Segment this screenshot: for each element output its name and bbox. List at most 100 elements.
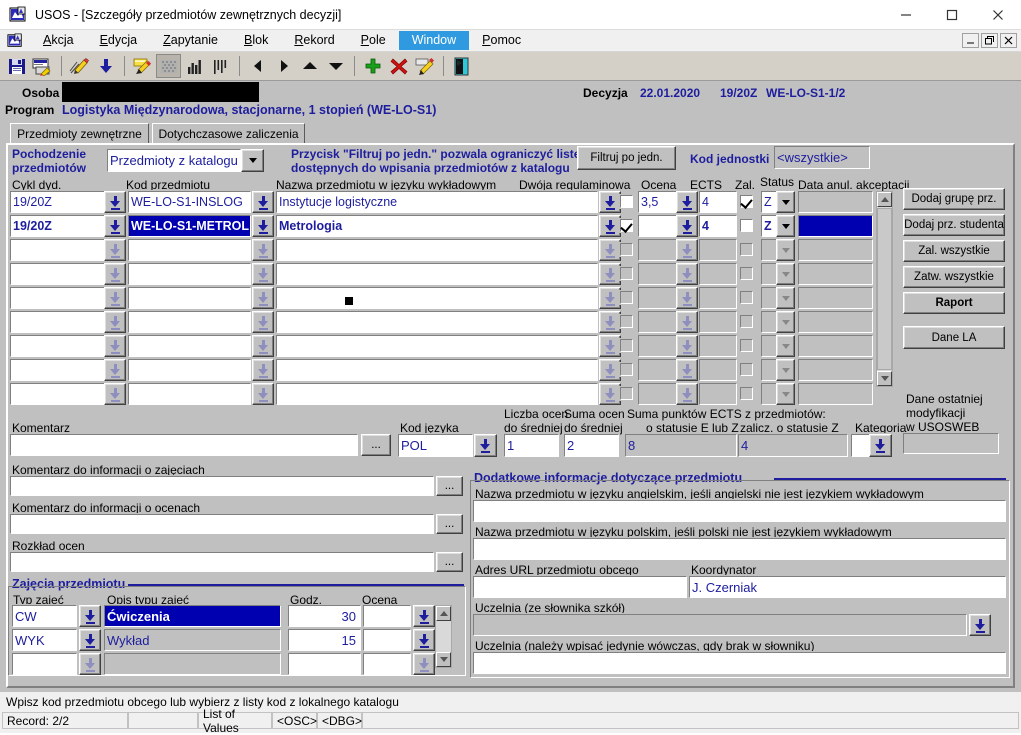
cell-kod-przedmiotu[interactable] [127,334,252,358]
cell-ocena[interactable] [637,238,679,262]
cell-zal-checkbox[interactable] [739,314,754,329]
cell-cykl-lov-button[interactable] [104,191,126,213]
cell-ocena-lov-button[interactable] [676,191,698,213]
cell-kod-lov-button[interactable] [252,191,274,213]
cell-status-dropdown-button[interactable] [776,215,795,237]
cell-ocena-lov-button[interactable] [676,239,698,261]
edit-record-icon[interactable] [412,54,437,78]
menu-item-window[interactable]: Window [398,31,470,50]
cell-cykl-lov-button[interactable] [104,287,126,309]
cell-kod-przedmiotu[interactable] [127,310,252,334]
mdi-minimize-button[interactable] [962,33,979,48]
menu-item-zapytanie[interactable]: Zapytanie [150,31,231,50]
last-mod-field[interactable] [902,432,1000,455]
cell-ocena[interactable] [637,286,679,310]
cell-nazwa-lov-button[interactable] [599,311,621,333]
cell-ocena-lov-button[interactable] [676,287,698,309]
cell-kod-lov-button[interactable] [252,359,274,381]
menu-item-edycja[interactable]: Edycja [87,31,151,50]
suma-ocen-field[interactable]: 2 [563,433,620,458]
dane-la-button[interactable]: Dane LA [903,326,1005,349]
cell-cykl-lov-button[interactable] [104,383,126,405]
mdi-close-button[interactable] [1000,33,1017,48]
kod-jezyka-lov-button[interactable] [474,434,497,457]
cell-data-anul-akceptacji[interactable] [797,214,874,238]
menu-item-rekord[interactable]: Rekord [281,31,347,50]
cell-ocena[interactable] [637,214,679,238]
next-record-icon[interactable] [271,54,296,78]
cell-dwoja-regulaminowa-checkbox[interactable] [619,338,634,353]
print-icon[interactable] [30,54,55,78]
cell-dwoja-regulaminowa-checkbox[interactable] [619,266,634,281]
menu-item-pole[interactable]: Pole [348,31,399,50]
komentarz-field[interactable] [9,433,359,457]
cell-nazwa-przedmiotu[interactable]: Instytucje logistyczne [275,190,599,214]
cell-nazwa-lov-button[interactable] [599,359,621,381]
zal-wszystkie-button[interactable]: Zal. wszystkie [903,240,1005,262]
cell-kod-lov-button[interactable] [252,383,274,405]
cell-ects[interactable] [698,310,738,334]
cell-ocena-lov-button[interactable] [676,335,698,357]
cell-zal-checkbox[interactable] [739,242,754,257]
cell-cykl-dyd[interactable]: 19/20Z [9,214,114,238]
cell-ects[interactable]: 4 [698,214,738,238]
cell-status-dropdown-button[interactable] [776,239,795,261]
cell-kod-przedmiotu[interactable] [127,238,252,262]
cell-kod-przedmiotu[interactable] [127,358,252,382]
cell-kod-przedmiotu[interactable]: WE-LO-S1-INSLOG [127,190,252,214]
cell-cykl-lov-button[interactable] [104,263,126,285]
cell-nazwa-lov-button[interactable] [599,263,621,285]
cell-zal-checkbox[interactable] [739,338,754,353]
cell-cykl-dyd[interactable] [9,382,114,406]
menu-item-akcja[interactable]: Akcja [30,31,87,50]
cell-nazwa-przedmiotu[interactable] [275,358,599,382]
scroll-up-icon[interactable] [297,54,322,78]
cell-cykl-dyd[interactable] [9,286,114,310]
origin-select-value[interactable]: Przedmioty z katalogu [106,148,242,173]
dodaj-grupe-prz-button[interactable]: Dodaj grupę prz. [903,188,1005,210]
cell-ocena-lov-button[interactable] [676,215,698,237]
cell-nazwa-przedmiotu[interactable] [275,334,599,358]
cell-kod-przedmiotu[interactable] [127,382,252,406]
cell-data-anul-akceptacji[interactable] [797,382,874,406]
window-minimize-button[interactable] [883,0,929,30]
cell-cykl-dyd[interactable]: 19/20Z [9,190,114,214]
cancel-query-icon[interactable] [156,54,181,78]
cell-dwoja-regulaminowa-checkbox[interactable] [619,242,634,257]
cell-cykl-dyd[interactable] [9,334,114,358]
cell-nazwa-przedmiotu[interactable] [275,238,599,262]
enter-query-icon[interactable] [130,54,155,78]
cell-nazwa-lov-button[interactable] [599,335,621,357]
komentarz-zajecia-editor-button[interactable]: ... [436,476,463,496]
cell-data-anul-akceptacji[interactable] [797,286,874,310]
cell-cykl-lov-button[interactable] [104,239,126,261]
exit-icon[interactable] [449,54,474,78]
cell-zal-checkbox[interactable] [739,266,754,281]
cell-dwoja-regulaminowa-checkbox[interactable] [619,362,634,377]
cell-ocena-lov-button[interactable] [676,311,698,333]
cell-data-anul-akceptacji[interactable] [797,190,874,214]
cell-kod-lov-button[interactable] [252,311,274,333]
cell-kod-przedmiotu[interactable]: WE-LO-S1-METROL [127,214,252,238]
cell-cykl-dyd[interactable] [9,358,114,382]
cell-cykl-dyd[interactable] [9,238,114,262]
rozklad-ocen-field[interactable] [9,551,435,573]
cell-cykl-lov-button[interactable] [104,359,126,381]
cell-kod-lov-button[interactable] [252,215,274,237]
cell-ects[interactable] [698,382,738,406]
komentarz-oceny-field[interactable] [9,513,435,535]
grid-scrollbar[interactable] [876,191,893,387]
cell-zal-checkbox[interactable] [739,218,754,233]
cell-cykl-lov-button[interactable] [104,215,126,237]
cell-ocena-lov-button[interactable] [676,383,698,405]
cell-kod-lov-button[interactable] [252,287,274,309]
cell-status-dropdown-button[interactable] [776,287,795,309]
menu-item-blok[interactable]: Blok [231,31,281,50]
cell-dwoja-regulaminowa-checkbox[interactable] [619,386,634,401]
cell-ocena-lov-button[interactable] [676,359,698,381]
kod-jezyka-field[interactable]: POL [397,433,474,458]
cell-ects[interactable]: 4 [698,190,738,214]
cell-ocena[interactable] [637,382,679,406]
cell-cykl-dyd[interactable] [9,310,114,334]
delete-record-icon[interactable] [386,54,411,78]
